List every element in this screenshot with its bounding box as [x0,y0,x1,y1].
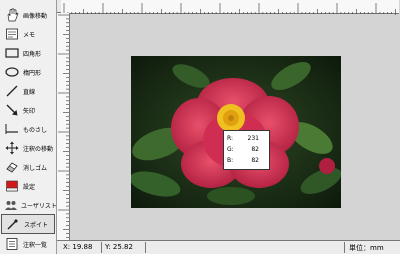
status-divider [101,242,102,253]
tool-user-list[interactable]: ユーザリスト [1,195,57,215]
tool-palette: 画像移動 メモ 四角形 楕円形 直線 矢印 ものさし 注釈の移動 消しゴム 設定… [0,0,57,254]
green-row: G: 82 [227,144,269,155]
tool-label: 矢印 [23,107,36,115]
settings-icon [4,178,20,194]
status-divider [145,242,146,253]
rectangle-icon [4,45,20,61]
tool-label: 消しゴム [23,164,48,172]
user-list-icon [4,197,18,213]
tool-label: 楕円形 [23,69,42,77]
tool-label: メモ [23,31,36,39]
move-icon [4,140,20,156]
vertical-ruler [57,13,70,240]
tool-label: 画像移動 [23,12,48,20]
ellipse-icon [4,64,20,80]
annotation-list-icon [4,236,20,252]
tool-image-move[interactable]: 画像移動 [1,5,55,25]
tool-ellipse[interactable]: 楕円形 [1,62,55,82]
red-value: 231 [247,135,259,142]
eyedropper-icon [5,216,21,232]
tool-eyedropper[interactable]: スポイト [1,214,55,234]
tool-label: スポイト [24,221,49,229]
tool-label: 四角形 [23,50,42,58]
blue-row: B: 82 [227,155,269,166]
blue-value: 82 [251,157,259,164]
tool-arrow[interactable]: 矢印 [1,100,55,120]
tool-settings[interactable]: 設定 [1,176,55,196]
tool-rectangle[interactable]: 四角形 [1,43,55,63]
tool-memo[interactable]: メモ [1,24,55,44]
hand-icon [4,7,20,23]
status-divider [344,242,345,253]
blue-label: B: [227,157,234,164]
tool-label: ものさし [23,126,48,134]
image-canvas[interactable]: R: 231 G: 82 B: 82 [70,14,394,240]
arrow-icon [4,102,20,118]
red-row: R: 231 [227,133,269,144]
green-label: G: [227,146,234,153]
green-value: 82 [251,146,259,153]
unit-readout: 単位：mm [349,244,384,252]
tool-measure[interactable]: ものさし [1,119,55,139]
tool-label: 注釈の移動 [23,145,54,153]
tool-label: 設定 [23,183,36,191]
red-label: R: [227,135,234,142]
ruler-icon [4,121,20,137]
cursor-x-readout: X: 19.88 [63,243,93,251]
memo-icon [4,26,20,42]
tool-label: ユーザリスト [21,202,57,210]
status-bar: X: 19.88 Y: 25.82 単位：mm [57,240,400,254]
eraser-icon [4,159,20,175]
tool-label: 直線 [23,88,36,96]
line-icon [4,83,20,99]
tool-eraser[interactable]: 消しゴム [1,157,55,177]
cursor-y-readout: Y: 25.82 [105,243,133,251]
tool-annotation-move[interactable]: 注釈の移動 [1,138,55,158]
tool-line[interactable]: 直線 [1,81,55,101]
color-readout-popup: R: 231 G: 82 B: 82 [223,130,270,170]
horizontal-ruler [61,0,399,15]
tool-annotation-list[interactable]: 注釈一覧 [1,234,55,254]
tool-label: 注釈一覧 [23,241,48,249]
